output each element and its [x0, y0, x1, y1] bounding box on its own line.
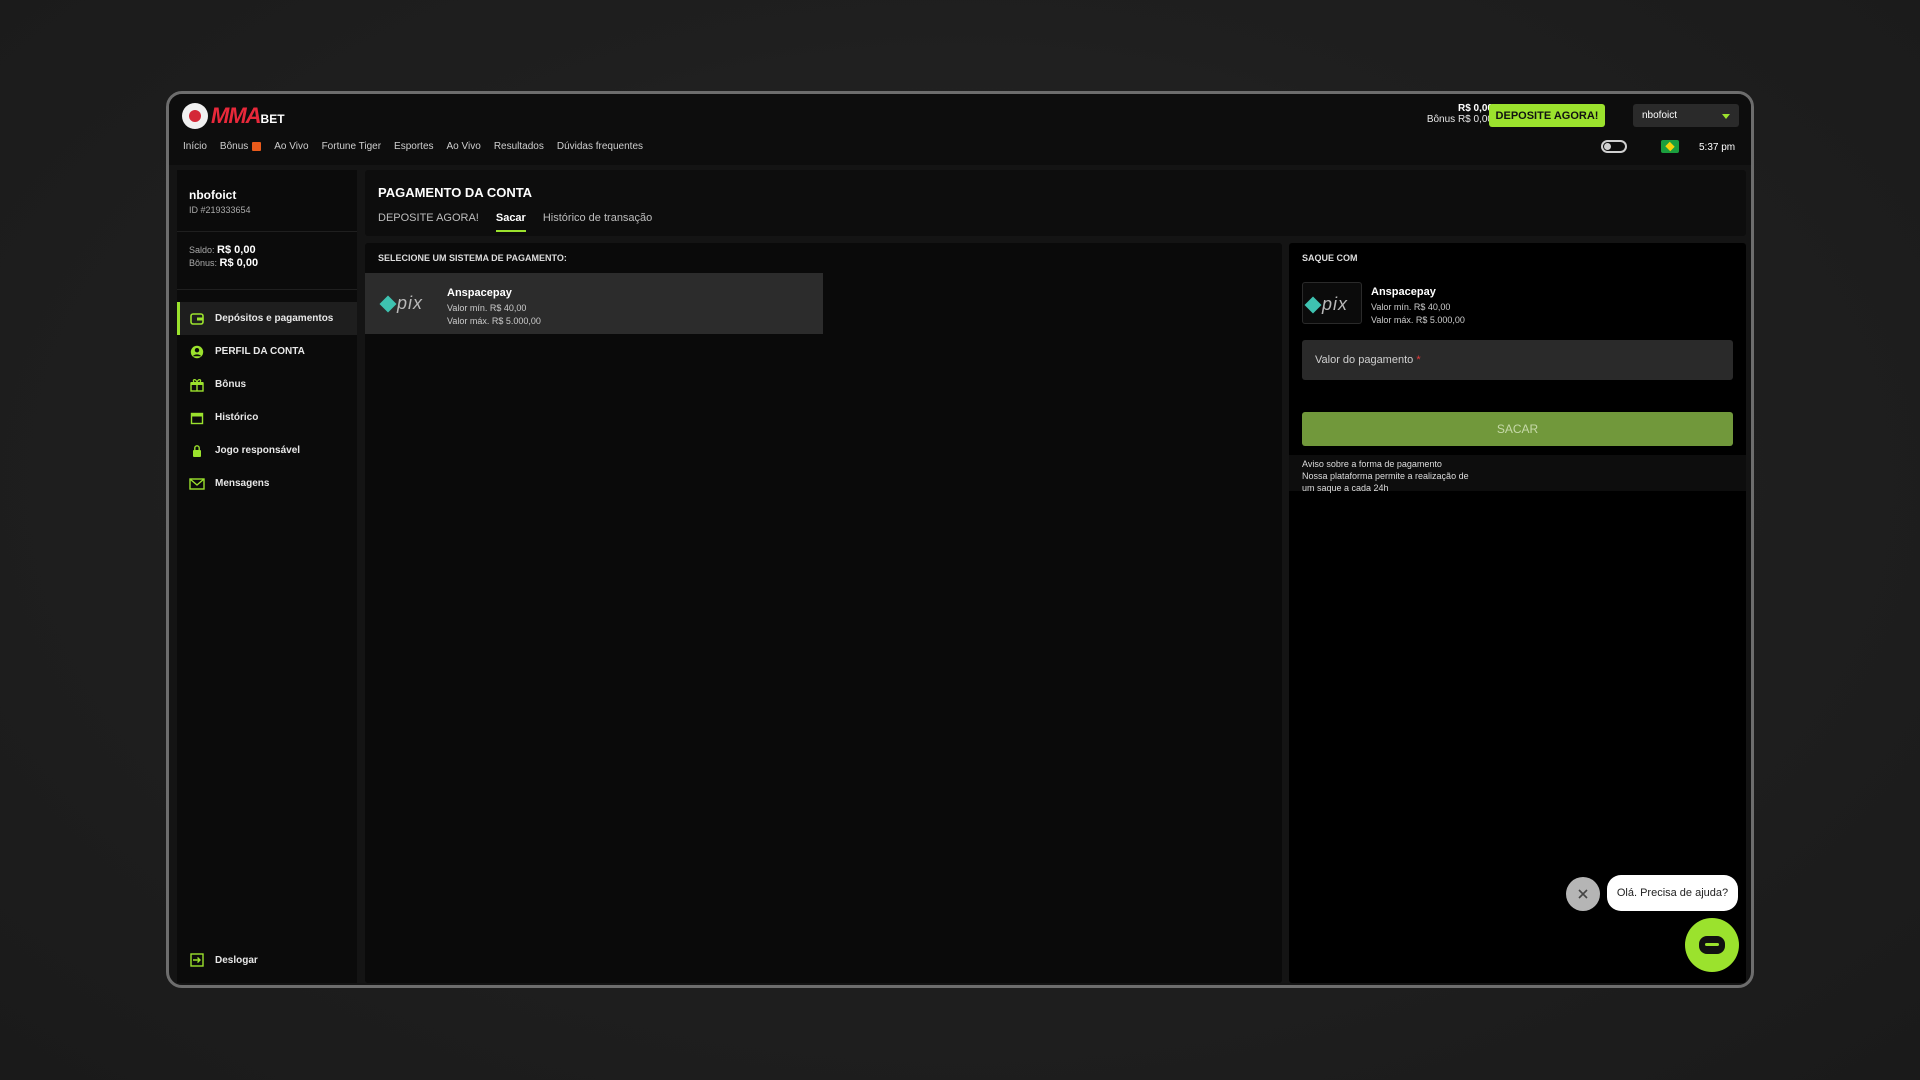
- content-header: PAGAMENTO DA CONTA DEPOSITE AGORA! Sacar…: [365, 170, 1746, 236]
- withdraw-panel: SAQUE COM pix Anspacepay Valor mín. R$ 4…: [1289, 243, 1746, 983]
- lock-icon: [189, 443, 205, 459]
- logout-label: Deslogar: [215, 954, 258, 966]
- header-balances: R$ 0,00 Bônus R$ 0,00: [1413, 103, 1493, 125]
- payment-method-card[interactable]: pix Anspacepay Valor mín. R$ 40,00 Valor…: [365, 273, 823, 334]
- close-icon: [1578, 889, 1588, 899]
- payment-max-value: Valor máx. R$ 5.000,00: [447, 316, 541, 326]
- brazil-flag-icon[interactable]: [1661, 140, 1679, 153]
- top-header: MMABET Início Bônus Ao Vivo Fortune Tige…: [169, 94, 1751, 165]
- notice-line: um saque a cada 24h: [1302, 483, 1389, 493]
- gift-icon: [189, 377, 205, 393]
- sidebar-item-bonus[interactable]: Bônus: [177, 368, 357, 401]
- nav-inicio[interactable]: Início: [183, 141, 207, 152]
- tab-historico-transacao[interactable]: Histórico de transação: [543, 212, 652, 232]
- profile-name: nbofoict: [189, 188, 237, 202]
- sidebar-item-label: Mensagens: [215, 478, 270, 489]
- pix-logo-icon: pix: [1304, 294, 1348, 315]
- tab-deposite[interactable]: DEPOSITE AGORA!: [378, 212, 479, 232]
- logo-text: MMABET: [211, 103, 285, 128]
- chat-close-button[interactable]: [1566, 877, 1600, 911]
- header-bonus: Bônus R$ 0,00: [1426, 114, 1493, 125]
- sidebar-item-perfil[interactable]: PERFIL DA CONTA: [177, 335, 357, 368]
- notice-line: Aviso sobre a forma de pagamento: [1302, 459, 1442, 469]
- sidebar-item-label: Jogo responsável: [215, 445, 301, 456]
- gift-icon: [252, 142, 262, 151]
- selected-min-value: Valor mín. R$ 40,00: [1371, 302, 1451, 312]
- notice-line: Nossa plataforma permite a realização de: [1302, 471, 1469, 481]
- sidebar-item-label: Bônus: [215, 379, 247, 390]
- sidebar-item-depositos[interactable]: Depósitos e pagamentos: [177, 302, 357, 335]
- user-icon: [189, 344, 205, 360]
- nav-fortune-tiger[interactable]: Fortune Tiger: [322, 141, 381, 152]
- nav-duvidas[interactable]: Dúvidas frequentes: [557, 141, 643, 152]
- profile-block: nbofoict ID #219333654: [177, 170, 357, 232]
- pix-logo-icon: pix: [379, 293, 423, 314]
- sidebar-item-historico[interactable]: Histórico: [177, 401, 357, 434]
- sidebar-item-mensagens[interactable]: Mensagens: [177, 467, 357, 500]
- chat-icon: [1699, 936, 1725, 954]
- tab-sacar[interactable]: Sacar: [495, 212, 526, 232]
- calendar-icon: [189, 410, 205, 426]
- payment-notice: Aviso sobre a forma de pagamento Nossa p…: [1289, 455, 1746, 493]
- logout-icon: [189, 952, 205, 968]
- selected-method-name: Anspacepay: [1371, 286, 1436, 298]
- chat-greeting-bubble[interactable]: Olá. Precisa de ajuda?: [1607, 875, 1738, 911]
- brand-logo[interactable]: MMABET: [182, 103, 285, 129]
- nav-ao-vivo[interactable]: Ao Vivo: [274, 141, 308, 152]
- sidebar-item-jogo-responsavel[interactable]: Jogo responsável: [177, 434, 357, 467]
- main-nav: Início Bônus Ao Vivo Fortune Tiger Espor…: [183, 141, 643, 152]
- sidebar-item-label: Histórico: [215, 412, 259, 423]
- nav-bonus[interactable]: Bônus: [220, 141, 262, 152]
- selected-max-value: Valor máx. R$ 5.000,00: [1371, 315, 1465, 325]
- app-window: MMABET Início Bônus Ao Vivo Fortune Tige…: [166, 91, 1754, 988]
- payment-amount-input[interactable]: [1302, 340, 1733, 380]
- nav-ao-vivo-2[interactable]: Ao Vivo: [447, 141, 481, 152]
- bonus-value: R$ 0,00: [219, 257, 259, 269]
- saldo-value: R$ 0,00: [217, 244, 256, 256]
- selected-method-logo: pix: [1302, 282, 1362, 324]
- select-payment-label: SELECIONE UM SISTEMA DE PAGAMENTO:: [378, 253, 567, 263]
- nav-resultados[interactable]: Resultados: [494, 141, 544, 152]
- mail-icon: [189, 476, 205, 492]
- payment-min-value: Valor mín. R$ 40,00: [447, 303, 527, 313]
- wallet-block: Saldo: R$ 0,00 Bônus: R$ 0,00: [177, 232, 357, 290]
- user-dropdown[interactable]: nbofoict: [1633, 104, 1739, 127]
- wallet-icon: [189, 311, 205, 327]
- user-dropdown-label: nbofoict: [1642, 110, 1678, 121]
- nav-esportes[interactable]: Esportes: [394, 141, 433, 152]
- sacar-button[interactable]: SACAR: [1302, 412, 1733, 446]
- header-balance: R$ 0,00: [1457, 103, 1493, 114]
- chevron-down-icon: [1722, 114, 1730, 119]
- payment-tabs: DEPOSITE AGORA! Sacar Histórico de trans…: [378, 212, 652, 232]
- chat-launcher-button[interactable]: [1685, 918, 1739, 972]
- clock-time: 5:37 pm: [1699, 142, 1736, 153]
- withdraw-with-label: SAQUE COM: [1302, 253, 1358, 263]
- logout-button[interactable]: Deslogar: [177, 945, 357, 975]
- payment-method-name: Anspacepay: [447, 287, 512, 299]
- deposit-now-button[interactable]: DEPOSITE AGORA!: [1489, 104, 1605, 127]
- theme-toggle-icon[interactable]: [1601, 140, 1627, 153]
- sidebar-item-label: Depósitos e pagamentos: [215, 313, 334, 324]
- sidebar-item-label: PERFIL DA CONTA: [215, 346, 305, 357]
- bonus-label: Bônus:: [189, 258, 218, 268]
- logo-icon: [182, 103, 208, 129]
- page-title: PAGAMENTO DA CONTA: [378, 185, 533, 200]
- account-sidebar: nbofoict ID #219333654 Saldo: R$ 0,00 Bô…: [177, 170, 357, 983]
- profile-id: ID #219333654: [189, 205, 251, 215]
- saldo-label: Saldo:: [189, 245, 215, 255]
- selected-method-info: Anspacepay Valor mín. R$ 40,00 Valor máx…: [1371, 286, 1465, 327]
- sidebar-menu: Depósitos e pagamentos PERFIL DA CONTA B…: [177, 302, 357, 500]
- payment-method-info: Anspacepay Valor mín. R$ 40,00 Valor máx…: [447, 287, 541, 328]
- payment-methods-panel: SELECIONE UM SISTEMA DE PAGAMENTO: pix A…: [365, 243, 1282, 983]
